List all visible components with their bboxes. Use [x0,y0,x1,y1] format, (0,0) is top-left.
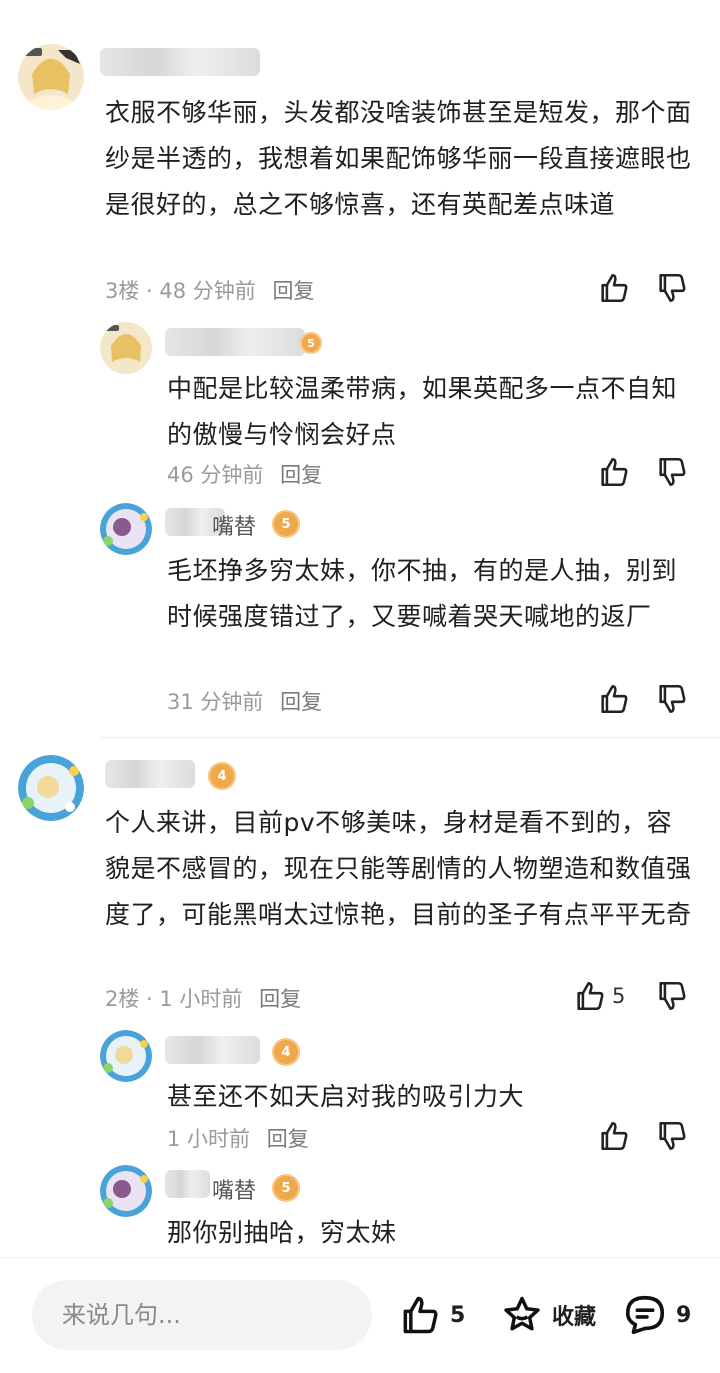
thumbs-up-icon[interactable] [597,271,631,305]
reply-time: 46 分钟前 [167,463,264,487]
reply-meta: 31 分钟前 回复 [167,686,322,716]
reply-button[interactable]: 回复 [280,463,322,487]
avatar[interactable] [100,503,152,555]
thumbs-up-icon[interactable] [597,455,631,489]
comment-meta: 2楼 · 1 小时前 回复 [105,983,301,1013]
reply-button[interactable]: 回复 [259,987,301,1011]
thumbs-up-icon[interactable] [573,979,607,1013]
thumbs-down-icon[interactable] [655,271,689,305]
username-suffix[interactable]: 嘴替 [212,509,256,541]
thumbs-up-icon [403,1296,438,1334]
comment-text: 衣服不够华丽，头发都没啥装饰甚至是短发，那个面纱是半透的，我想着如果配饰够华丽一… [105,98,692,219]
reply-meta: 1 小时前 回复 [167,1123,309,1153]
floor-time: 3楼 · 48 分钟前 [105,279,256,303]
comment-icon [625,1295,665,1335]
level-badge: 5 [300,332,322,354]
reply-time: 31 分钟前 [167,690,264,714]
comment-button[interactable]: 9 [622,1290,691,1340]
comment-count: 9 [676,1302,692,1328]
reply-text: 那你别抽哈，穷太妹 [167,1218,397,1247]
reply-button[interactable]: 回复 [272,279,314,303]
star-icon [504,1296,540,1331]
username[interactable] [105,760,195,788]
comment-input[interactable]: 来说几句... [32,1280,372,1350]
divider [100,737,720,738]
avatar[interactable] [18,755,84,821]
avatar[interactable] [100,1165,152,1217]
username[interactable] [165,1170,210,1198]
thumbs-up-icon[interactable] [597,682,631,716]
thumbs-down-icon[interactable] [655,455,689,489]
reply-text: 中配是比较温柔带病，如果英配多一点不自知的傲慢与怜悯会好点 [167,374,678,449]
reply-text: 甚至还不如天启对我的吸引力大 [167,1082,525,1111]
collect-button[interactable]: 收藏 [500,1290,596,1340]
level-badge: 4 [208,762,236,790]
collect-label: 收藏 [552,1305,597,1330]
bottom-action-bar: 来说几句... 5 收藏 9 [0,1257,720,1373]
thumbs-down-icon[interactable] [655,979,689,1013]
level-badge: 5 [272,1174,300,1202]
reply-button[interactable]: 回复 [267,1127,309,1151]
avatar[interactable] [18,44,84,110]
level-badge: 4 [272,1038,300,1066]
like-count: 5 [450,1302,466,1328]
username[interactable] [100,48,260,76]
avatar[interactable] [100,1030,152,1082]
like-button[interactable]: 5 [398,1290,465,1340]
level-badge: 5 [272,510,300,538]
username[interactable] [165,1036,260,1064]
username-suffix[interactable]: 嘴替 [212,1173,256,1205]
comment-meta: 3楼 · 48 分钟前 回复 [105,275,314,305]
thumbs-up-icon[interactable] [597,1119,631,1153]
username[interactable] [165,328,305,356]
reply-text: 毛坯挣多穷太妹，你不抽，有的是人抽，别到时候强度错过了，又要喊着哭天喊地的返厂 [167,556,678,631]
reply-button[interactable]: 回复 [280,690,322,714]
floor-time: 2楼 · 1 小时前 [105,987,243,1011]
reply-meta: 46 分钟前 回复 [167,459,322,489]
thumbs-down-icon[interactable] [655,682,689,716]
like-count: 5 [612,984,626,1008]
thumbs-down-icon[interactable] [655,1119,689,1153]
reply-time: 1 小时前 [167,1127,251,1151]
comment-text: 个人来讲，目前pv不够美味，身材是看不到的，容貌是不感冒的，现在只能等剧情的人物… [105,808,692,929]
avatar[interactable] [100,322,152,374]
